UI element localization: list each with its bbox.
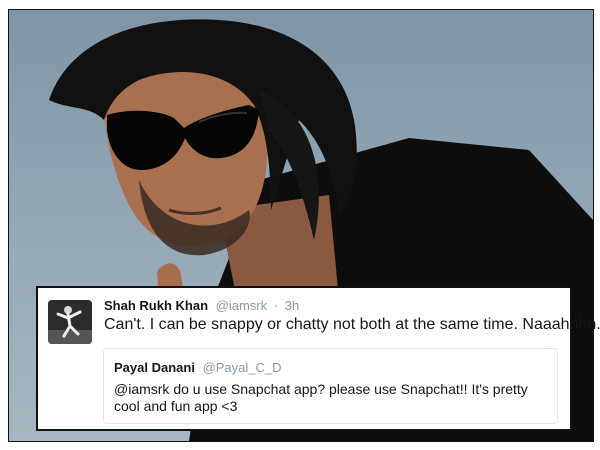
separator-dot: · (273, 298, 279, 313)
quoted-tweet[interactable]: Payal Danani @Payal_C_D @iamsrk do u use… (103, 348, 558, 424)
avatar-illustration (48, 300, 92, 344)
tweet-header: Shah Rukh Khan @iamsrk · 3h (104, 298, 299, 313)
tweet-timestamp[interactable]: 3h (285, 298, 299, 313)
tweet-text: Can't. I can be snappy or chatty not bot… (104, 316, 600, 333)
author-handle[interactable]: @iamsrk (216, 298, 267, 313)
author-name[interactable]: Shah Rukh Khan (104, 298, 208, 313)
quoted-author-handle[interactable]: @Payal_C_D (203, 360, 282, 375)
image-frame: Shah Rukh Khan @iamsrk · 3h Can't. I can… (0, 0, 600, 450)
profile-photo-icon[interactable] (48, 300, 92, 344)
quoted-author-name[interactable]: Payal Danani (114, 360, 195, 375)
quoted-tweet-header: Payal Danani @Payal_C_D (114, 360, 282, 375)
tweet-card[interactable]: Shah Rukh Khan @iamsrk · 3h Can't. I can… (36, 286, 600, 431)
quoted-tweet-text: @iamsrk do u use Snapchat app? please us… (114, 381, 528, 414)
